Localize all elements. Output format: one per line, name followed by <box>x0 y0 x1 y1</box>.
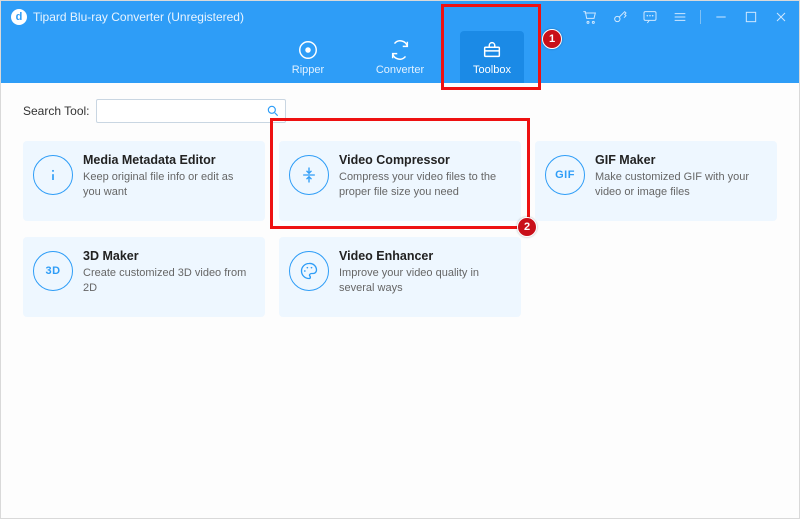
titlebar: d Tipard Blu-ray Converter (Unregistered… <box>1 1 799 27</box>
card-title: Video Compressor <box>339 153 509 167</box>
card-text: 3D Maker Create customized 3D video from… <box>83 249 253 305</box>
minimize-icon[interactable] <box>713 9 729 25</box>
card-text: Video Compressor Compress your video fil… <box>339 153 509 209</box>
feedback-icon[interactable] <box>642 9 658 25</box>
tool-3d-maker[interactable]: 3D 3D Maker Create customized 3D video f… <box>23 237 265 317</box>
tool-media-metadata-editor[interactable]: Media Metadata Editor Keep original file… <box>23 141 265 221</box>
card-title: GIF Maker <box>595 153 765 167</box>
annotation-step-2: 2 <box>517 217 537 237</box>
app-window: d Tipard Blu-ray Converter (Unregistered… <box>0 0 800 519</box>
window-controls <box>582 9 789 25</box>
card-desc: Make customized GIF with your video or i… <box>595 170 765 200</box>
ripper-icon <box>297 39 319 61</box>
card-desc: Compress your video files to the proper … <box>339 170 509 200</box>
tool-gif-maker[interactable]: GIF GIF Maker Make customized GIF with y… <box>535 141 777 221</box>
close-icon[interactable] <box>773 9 789 25</box>
body: Search Tool: Media Metadata Editor Keep … <box>1 83 799 333</box>
menu-icon[interactable] <box>672 9 688 25</box>
converter-icon <box>389 39 411 61</box>
search-row: Search Tool: <box>23 99 777 123</box>
three-d-icon-text: 3D <box>45 265 60 277</box>
tab-toolbox[interactable]: Toolbox <box>460 31 524 83</box>
card-text: Media Metadata Editor Keep original file… <box>83 153 253 209</box>
card-title: 3D Maker <box>83 249 253 263</box>
toolbox-icon <box>481 39 503 61</box>
tab-converter[interactable]: Converter <box>368 31 432 83</box>
tab-label: Ripper <box>292 64 324 76</box>
tab-ripper[interactable]: Ripper <box>276 31 340 83</box>
key-icon[interactable] <box>612 9 628 25</box>
three-d-icon: 3D <box>33 251 73 291</box>
tools-grid: Media Metadata Editor Keep original file… <box>23 141 777 317</box>
tool-video-enhancer[interactable]: Video Enhancer Improve your video qualit… <box>279 237 521 317</box>
search-input[interactable] <box>96 99 286 123</box>
card-title: Media Metadata Editor <box>83 153 253 167</box>
search-icon[interactable] <box>264 102 282 120</box>
divider <box>700 10 701 24</box>
cart-icon[interactable] <box>582 9 598 25</box>
annotation-step-1: 1 <box>542 29 562 49</box>
app-title: Tipard Blu-ray Converter (Unregistered) <box>33 10 244 24</box>
gif-icon: GIF <box>545 155 585 195</box>
tab-label: Toolbox <box>473 64 511 76</box>
header: d Tipard Blu-ray Converter (Unregistered… <box>1 1 799 83</box>
tool-video-compressor[interactable]: Video Compressor Compress your video fil… <box>279 141 521 221</box>
tab-label: Converter <box>376 64 424 76</box>
card-text: Video Enhancer Improve your video qualit… <box>339 249 509 305</box>
card-desc: Keep original file info or edit as you w… <box>83 170 253 200</box>
search-box <box>96 99 286 123</box>
main-tabs: Ripper Converter Toolbox <box>1 27 799 83</box>
card-desc: Create customized 3D video from 2D <box>83 266 253 296</box>
compress-icon <box>289 155 329 195</box>
maximize-icon[interactable] <box>743 9 759 25</box>
card-desc: Improve your video quality in several wa… <box>339 266 509 296</box>
card-text: GIF Maker Make customized GIF with your … <box>595 153 765 209</box>
info-icon <box>33 155 73 195</box>
card-title: Video Enhancer <box>339 249 509 263</box>
palette-icon <box>289 251 329 291</box>
gif-icon-text: GIF <box>555 169 575 181</box>
search-label: Search Tool: <box>23 104 90 118</box>
app-logo-icon: d <box>11 9 27 25</box>
